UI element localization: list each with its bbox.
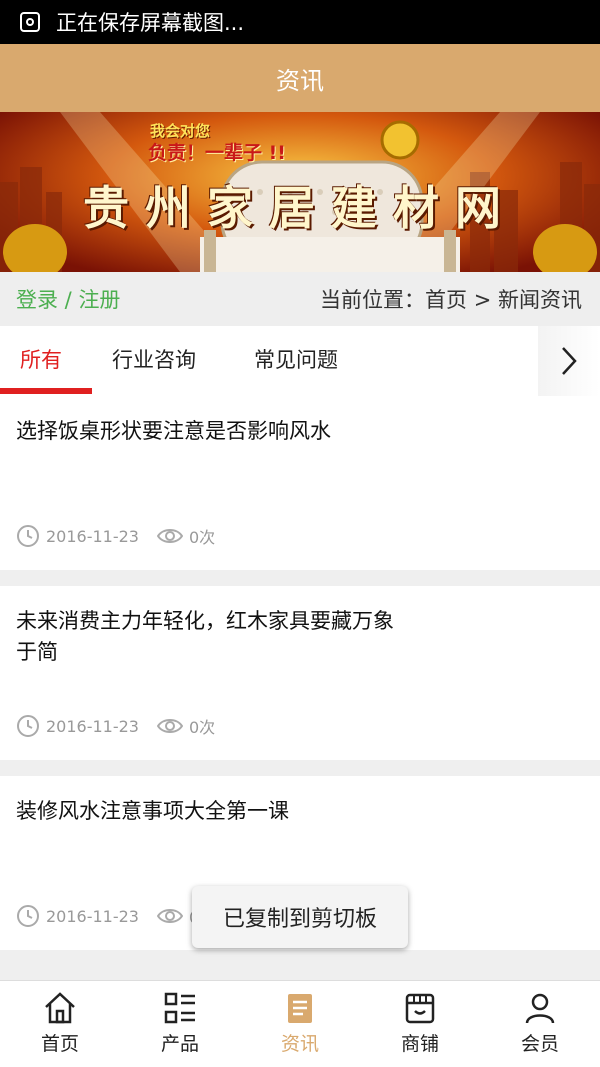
copied-toast: 已复制到剪切板 bbox=[192, 886, 408, 948]
clock-icon bbox=[17, 525, 39, 547]
news-icon bbox=[288, 994, 312, 1023]
nav-label: 产品 bbox=[160, 1033, 199, 1055]
article-title[interactable]: 装修风水注意事项大全第一课 bbox=[16, 796, 406, 827]
login-link[interactable]: 登录 bbox=[16, 288, 58, 312]
shop-icon bbox=[405, 993, 435, 1024]
status-text: 正在保存屏幕截图... bbox=[56, 11, 245, 35]
login-register: 登录 / 注册 bbox=[16, 284, 120, 314]
nav-news[interactable]: 资讯 bbox=[240, 981, 360, 1067]
promo-banner[interactable]: 我会对您 负责！一辈子 !! 贵州家居建材网 bbox=[0, 112, 600, 272]
nav-label: 资讯 bbox=[280, 1033, 319, 1055]
login-slash: / bbox=[58, 288, 79, 312]
article-title[interactable]: 选择饭桌形状要注意是否影响风水 bbox=[16, 416, 406, 447]
divider bbox=[0, 950, 600, 980]
chevron-right-icon bbox=[562, 347, 577, 375]
article-meta: 2016-11-23 0次 bbox=[16, 524, 215, 548]
banner-headline-2: 负责！一辈子 !! bbox=[148, 142, 286, 164]
nav-label: 首页 bbox=[40, 1033, 79, 1055]
app-bar: 资讯 bbox=[0, 44, 600, 112]
user-icon bbox=[525, 993, 555, 1024]
screenshot-icon bbox=[20, 12, 40, 32]
active-tab-indicator bbox=[0, 388, 92, 394]
eye-icon bbox=[156, 719, 183, 733]
clock-icon bbox=[17, 905, 39, 927]
nav-products[interactable]: 产品 bbox=[120, 981, 240, 1067]
nav-home[interactable]: 首页 bbox=[0, 981, 120, 1067]
product-grid-icon bbox=[164, 992, 195, 1024]
divider bbox=[0, 570, 600, 586]
article-date: 2016-11-23 bbox=[46, 906, 139, 926]
tabs-scroll-button[interactable] bbox=[538, 326, 600, 396]
nav-label: 商铺 bbox=[400, 1033, 439, 1055]
banner-site-title: 贵州家居建材网 bbox=[83, 181, 517, 235]
tab-industry-consult[interactable]: 行业咨询 bbox=[112, 344, 196, 374]
article-item[interactable]: 未来消费主力年轻化，红木家具要藏万象于简 2016-11-23 0次 bbox=[0, 586, 600, 760]
article-views: 0次 bbox=[188, 528, 216, 547]
nav-member[interactable]: 会员 bbox=[480, 981, 600, 1067]
status-bar: 正在保存屏幕截图... bbox=[0, 0, 600, 44]
article-views: 0次 bbox=[188, 718, 216, 737]
bottom-nav: 首页 产品 资讯 商铺 会员 bbox=[0, 980, 600, 1067]
breadcrumb: 当前位置：首页 > 新闻资讯 bbox=[320, 288, 582, 312]
category-tabs: 所有 行业咨询 常见问题 bbox=[0, 326, 600, 396]
article-meta: 2016-11-23 0次 bbox=[16, 714, 215, 738]
tab-faq[interactable]: 常见问题 bbox=[254, 344, 338, 374]
page-title: 资讯 bbox=[276, 66, 324, 95]
breadcrumb-bar: 登录 / 注册 当前位置：首页 > 新闻资讯 bbox=[0, 272, 600, 326]
nav-label: 会员 bbox=[520, 1033, 559, 1055]
eye-icon bbox=[156, 909, 183, 923]
register-link[interactable]: 注册 bbox=[78, 288, 120, 312]
article-title[interactable]: 未来消费主力年轻化，红木家具要藏万象于简 bbox=[16, 606, 406, 668]
article-item[interactable]: 选择饭桌形状要注意是否影响风水 2016-11-23 0次 bbox=[0, 396, 600, 570]
nav-shops[interactable]: 商铺 bbox=[360, 981, 480, 1067]
eye-icon bbox=[156, 529, 183, 543]
tab-all[interactable]: 所有 bbox=[20, 344, 62, 374]
article-date: 2016-11-23 bbox=[46, 716, 139, 736]
divider bbox=[0, 760, 600, 776]
article-date: 2016-11-23 bbox=[46, 526, 139, 546]
article-meta: 2016-11-23 0次 bbox=[16, 904, 215, 928]
home-icon bbox=[45, 992, 75, 1024]
clock-icon bbox=[17, 715, 39, 737]
